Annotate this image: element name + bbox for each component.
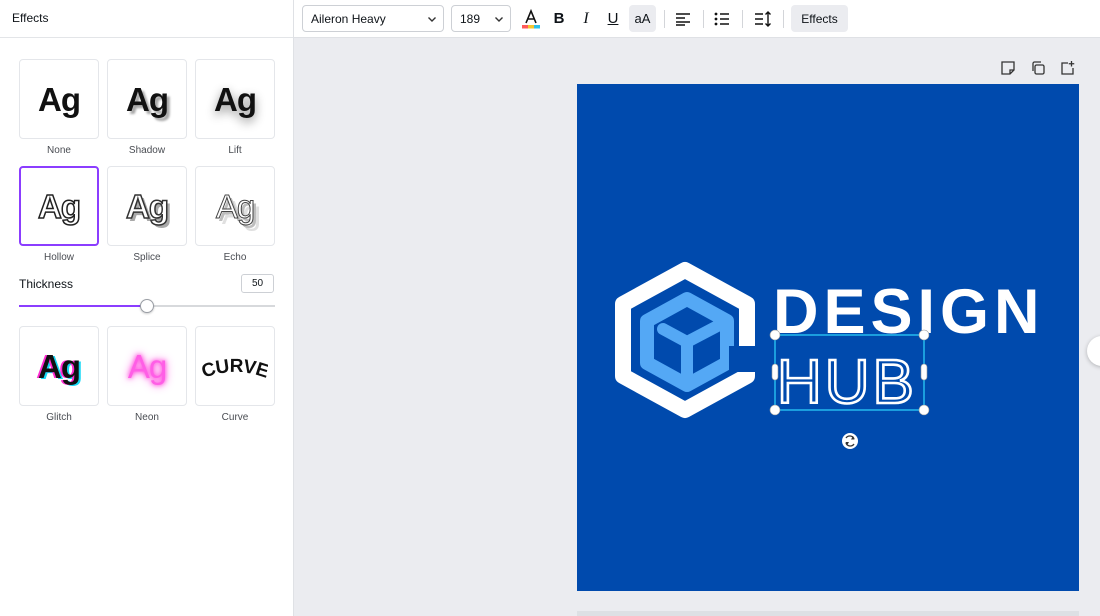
- effect-sample: Ag: [38, 347, 81, 385]
- add-page-icon: [1061, 61, 1075, 75]
- next-page-preview: [577, 611, 1079, 616]
- slider-thumb[interactable]: [140, 299, 154, 313]
- chevron-down-icon: [495, 17, 503, 22]
- effect-sample: Ag: [125, 187, 170, 225]
- effect-none-tile[interactable]: Ag: [19, 59, 99, 139]
- font-size-dropdown[interactable]: 189: [451, 5, 511, 32]
- effect-sample: Ag: [127, 347, 167, 385]
- effect-label: Shadow: [128, 145, 166, 156]
- resize-handle[interactable]: [769, 329, 781, 341]
- effect-none[interactable]: Ag None: [19, 59, 99, 157]
- effect-label: Hollow: [43, 252, 74, 263]
- toolbar-divider: [783, 10, 784, 28]
- effect-shadow[interactable]: Ag Shadow: [107, 59, 187, 157]
- effect-sample: Ag: [126, 80, 169, 118]
- effect-curve-tile[interactable]: CURVE: [195, 326, 275, 406]
- list-icon: [714, 12, 729, 25]
- thickness-slider[interactable]: [19, 299, 275, 313]
- hub-text[interactable]: HUB: [776, 347, 917, 419]
- effect-sample: Ag: [37, 187, 82, 225]
- text-color-button[interactable]: [518, 5, 544, 32]
- effect-glitch-tile[interactable]: Ag: [19, 326, 99, 406]
- svg-text:CURVE: CURVE: [202, 356, 268, 383]
- align-button[interactable]: [671, 5, 695, 32]
- effect-splice-tile[interactable]: Ag: [107, 166, 187, 246]
- design-artwork: DESIGN HUB: [615, 262, 1045, 449]
- effect-shadow-tile[interactable]: Ag: [107, 59, 187, 139]
- text-toolbar: Aileron Heavy 189 B I U aA Effects: [294, 0, 1100, 38]
- effect-label: Curve: [221, 412, 249, 423]
- effect-hollow-tile[interactable]: Ag: [19, 166, 99, 246]
- chevron-down-icon: [428, 17, 436, 22]
- side-handle[interactable]: [771, 363, 779, 381]
- rotate-handle[interactable]: [842, 433, 858, 449]
- thickness-input[interactable]: 50: [241, 274, 274, 293]
- duplicate-page-button[interactable]: [1030, 60, 1048, 78]
- effect-sample: Ag: [38, 80, 81, 118]
- effects-row-2: Ag Hollow Ag Splice Ag Echo: [19, 166, 275, 264]
- effects-row-1: Ag None Ag Shadow Ag Lift: [19, 59, 275, 157]
- effect-label: None: [47, 145, 71, 156]
- letter-case-button[interactable]: aA: [629, 5, 656, 32]
- spacing-icon: [755, 10, 771, 27]
- thickness-row: Thickness 50: [19, 274, 275, 294]
- effect-echo[interactable]: Ag Echo: [195, 166, 275, 264]
- effects-button[interactable]: Effects: [791, 5, 848, 32]
- effect-lift-tile[interactable]: Ag: [195, 59, 275, 139]
- toolbar-divider: [664, 10, 665, 28]
- design-heading[interactable]: DESIGN: [773, 277, 1045, 347]
- effect-curve[interactable]: CURVE Curve: [195, 326, 275, 424]
- side-panel-toggle[interactable]: [1087, 336, 1100, 366]
- effect-label: Echo: [223, 252, 247, 263]
- effects-row-3: Ag Glitch Ag Neon CURVE Curve: [19, 326, 275, 424]
- toolbar-divider: [742, 10, 743, 28]
- hexagon-logo: [615, 262, 755, 418]
- effect-label: Neon: [135, 412, 159, 423]
- add-page-button[interactable]: [1059, 60, 1077, 78]
- font-family-value: Aileron Heavy: [311, 12, 386, 26]
- effect-sample: Ag: [214, 80, 257, 118]
- effect-glitch[interactable]: Ag Glitch: [19, 326, 99, 424]
- spacing-button[interactable]: [751, 5, 775, 32]
- underline-button[interactable]: U: [601, 5, 625, 32]
- toolbar-divider: [703, 10, 704, 28]
- effect-echo-tile[interactable]: Ag: [195, 166, 275, 246]
- effect-neon-tile[interactable]: Ag: [107, 326, 187, 406]
- effect-label: Lift: [228, 145, 242, 156]
- page-note-button[interactable]: [1000, 60, 1018, 78]
- resize-handle[interactable]: [769, 404, 781, 416]
- effect-label: Glitch: [46, 412, 72, 423]
- resize-handle[interactable]: [918, 329, 930, 341]
- curve-sample-text: CURVE: [202, 356, 268, 383]
- effect-lift[interactable]: Ag Lift: [195, 59, 275, 157]
- font-family-dropdown[interactable]: Aileron Heavy: [302, 5, 444, 32]
- effects-panel: Effects Ag None Ag Shadow Ag Lift Ag Hol…: [0, 0, 294, 616]
- font-size-value: 189: [460, 12, 481, 26]
- effect-splice[interactable]: Ag Splice: [107, 166, 187, 264]
- effect-neon[interactable]: Ag Neon: [107, 326, 187, 424]
- text-color-icon: [522, 8, 540, 28]
- italic-button[interactable]: I: [574, 5, 598, 32]
- align-left-icon: [676, 12, 690, 26]
- list-button[interactable]: [710, 5, 734, 32]
- duplicate-icon: [1032, 61, 1045, 75]
- effect-sample: Ag: [215, 187, 255, 225]
- effect-hollow[interactable]: Ag Hollow: [19, 166, 99, 264]
- effect-label: Splice: [133, 252, 161, 263]
- slider-fill: [19, 305, 147, 307]
- bold-button[interactable]: B: [547, 5, 571, 32]
- resize-handle[interactable]: [918, 404, 930, 416]
- side-handle[interactable]: [920, 363, 928, 381]
- note-icon: [1001, 61, 1015, 75]
- panel-title: Effects: [0, 0, 293, 38]
- curve-sample: CURVE: [202, 356, 268, 383]
- thickness-label: Thickness: [19, 277, 74, 291]
- design-page[interactable]: DESIGN HUB: [577, 84, 1079, 591]
